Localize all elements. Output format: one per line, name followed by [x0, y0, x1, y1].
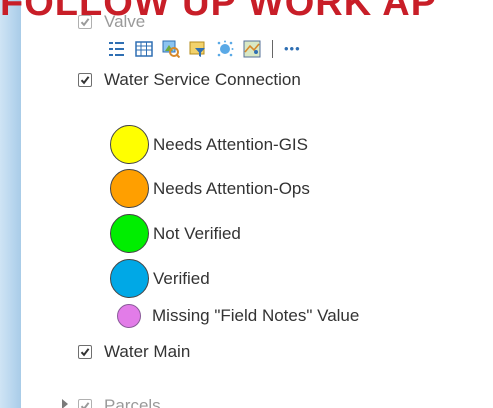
legend-item-missing-field-notes: Missing "Field Notes" Value [117, 304, 359, 328]
legend-item-verified: Verified [110, 259, 210, 298]
checkmark-icon [80, 18, 90, 27]
transparency-icon[interactable] [216, 40, 234, 58]
toolbar-separator [272, 40, 273, 58]
more-options-icon[interactable]: ••• [284, 40, 301, 58]
layer-row-valve[interactable]: Valve [78, 12, 145, 32]
layer-label-water-main: Water Main [104, 342, 191, 361]
legend-swatch [110, 125, 149, 164]
layer-label-valve: Valve [104, 12, 146, 31]
filter-icon[interactable] [189, 40, 207, 58]
layer-list-panel: FOLLOW UP WORK AP Valve ••• Water Servic… [0, 0, 493, 408]
legend-swatch [110, 259, 149, 298]
layer-row-parcels[interactable]: Parcels [78, 396, 161, 408]
expand-arrow-icon[interactable] [62, 399, 68, 408]
app-title-banner: FOLLOW UP WORK AP [0, 0, 493, 22]
water-main-checkbox[interactable] [78, 345, 92, 359]
legend-label: Verified [153, 268, 210, 288]
layer-row-water-service-connection[interactable]: Water Service Connection [78, 70, 301, 90]
left-sidebar-edge [0, 0, 21, 408]
valve-checkbox[interactable] [78, 15, 92, 29]
attribute-table-icon[interactable] [135, 40, 153, 58]
layer-label-parcels: Parcels [104, 396, 161, 408]
checkmark-icon [80, 402, 90, 408]
layer-label-water-service-connection: Water Service Connection [104, 70, 301, 89]
legend-label: Missing "Field Notes" Value [152, 306, 360, 325]
zoom-to-layer-icon[interactable] [162, 40, 180, 58]
checkmark-icon [80, 76, 90, 85]
app-title-text: FOLLOW UP WORK AP [0, 0, 438, 22]
map-style-icon[interactable] [243, 40, 261, 58]
legend-list-icon[interactable] [108, 40, 126, 58]
legend-label: Needs Attention-GIS [153, 134, 308, 154]
legend-item-needs-attention-ops: Needs Attention-Ops [110, 169, 310, 208]
legend-swatch [110, 214, 149, 253]
legend-swatch [110, 169, 149, 208]
parcels-checkbox[interactable] [78, 399, 92, 408]
legend-label: Needs Attention-Ops [153, 178, 310, 198]
legend-label: Not Verified [153, 223, 241, 243]
water-service-connection-checkbox[interactable] [78, 73, 92, 87]
layer-row-water-main[interactable]: Water Main [78, 342, 190, 362]
legend-swatch [117, 304, 141, 328]
legend-item-not-verified: Not Verified [110, 214, 241, 253]
layer-toolbar: ••• [108, 40, 301, 58]
checkmark-icon [80, 348, 90, 357]
legend-item-needs-attention-gis: Needs Attention-GIS [110, 125, 308, 164]
